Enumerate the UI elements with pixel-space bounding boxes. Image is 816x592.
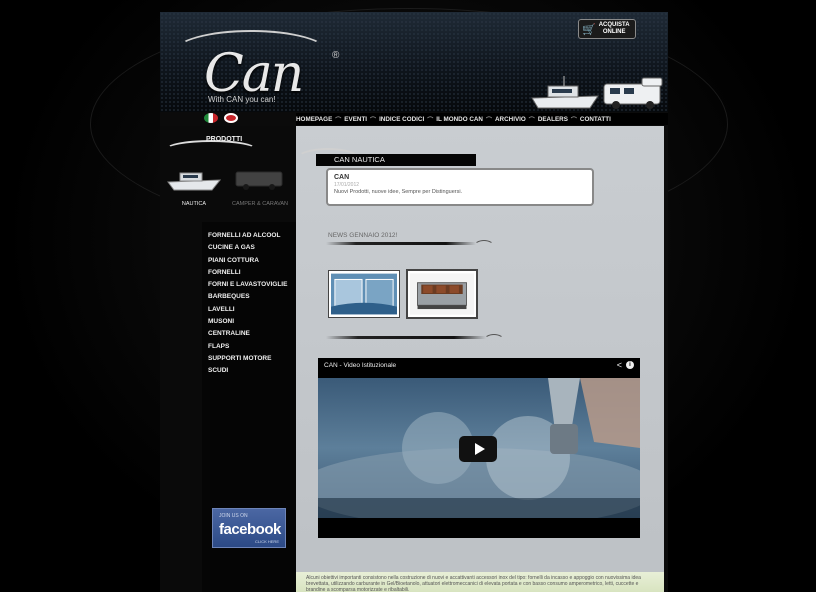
nav-homepage[interactable]: HOMEPAGE: [296, 116, 332, 123]
category-nautica[interactable]: NAUTICA: [164, 166, 224, 212]
prodotti-heading: PRODOTTI: [160, 130, 296, 160]
menu-item[interactable]: CUCINE A GAS: [208, 242, 296, 254]
cart-icon: 🛒: [582, 23, 596, 36]
menu-item[interactable]: MUSONI: [208, 316, 296, 328]
nav-separator-icon: ⌒: [335, 117, 342, 124]
nav-contatti[interactable]: CONTATTI: [580, 116, 611, 123]
top-navigation: HOMEPAGE ⌒ EVENTI ⌒ INDICE CODICI ⌒ IL M…: [296, 113, 668, 125]
nav-separator-icon: ⌒: [528, 117, 535, 124]
nav-separator-icon: ⌒: [485, 117, 492, 124]
barbecue-image: [410, 273, 474, 315]
section-title: CAN NAUTICA: [316, 154, 476, 166]
nav-il-mondo-can[interactable]: IL MONDO CAN: [436, 116, 483, 123]
boat-icon: [167, 172, 222, 191]
menu-item[interactable]: FLAPS: [208, 341, 296, 353]
catalog-image: [331, 273, 397, 315]
menu-item[interactable]: FORNI E LAVASTOVIGLIE: [208, 279, 296, 291]
news-card[interactable]: CAN 17/01/2012 Nuovi Prodotti, nuove ide…: [326, 168, 594, 206]
site-header: Can ® With CAN you can! 🛒 ACQUISTA ONLINE: [160, 12, 668, 112]
news-date: 17/01/2012: [334, 182, 360, 188]
divider: [326, 336, 486, 339]
camper-icon: [235, 171, 283, 190]
uk-flag-icon[interactable]: [224, 113, 238, 123]
news-thumbnail[interactable]: [406, 269, 478, 319]
menu-item[interactable]: BARBEQUES: [208, 291, 296, 303]
menu-item[interactable]: CENTRALINE: [208, 328, 296, 340]
curl-decoration: [484, 334, 504, 346]
product-menu: FORNELLI AD ALCOOL CUCINE A GAS PIANI CO…: [208, 230, 296, 378]
main-content: CAN NAUTICA CAN 17/01/2012 Nuovi Prodott…: [296, 126, 664, 592]
play-button[interactable]: [459, 436, 497, 462]
video-frame[interactable]: [318, 378, 640, 518]
news-text: Nuovi Prodotti, nuove idee, Sempre per D…: [334, 189, 463, 195]
nav-indice-codici[interactable]: INDICE CODICI: [379, 116, 424, 123]
menu-item[interactable]: SUPPORTI MOTORE: [208, 353, 296, 365]
nav-separator-icon: ⌒: [570, 117, 577, 124]
nav-dealers[interactable]: DEALERS: [538, 116, 568, 123]
curl-decoration: [474, 240, 494, 252]
category-camper-caravan[interactable]: CAMPER & CARAVAN: [230, 166, 290, 212]
menu-item[interactable]: FORNELLI AD ALCOOL: [208, 230, 296, 242]
nav-separator-icon: ⌒: [370, 117, 377, 124]
nav-separator-icon: ⌒: [427, 117, 434, 124]
menu-item[interactable]: LAVELLI: [208, 304, 296, 316]
divider: [326, 242, 476, 245]
video-player[interactable]: CAN - Video Istituzionale < i: [318, 358, 640, 538]
video-title[interactable]: CAN - Video Istituzionale: [324, 362, 396, 369]
news-thumbnail[interactable]: [328, 270, 400, 318]
swoosh-decoration: [164, 140, 258, 160]
website: Can ® With CAN you can! 🛒 ACQUISTA ONLINE…: [160, 12, 668, 592]
registered-mark: ®: [332, 50, 340, 61]
sidebar: PRODOTTI NAUTICA CAMPER & CARAVAN FORNEL…: [160, 126, 296, 592]
buy-online-button[interactable]: 🛒 ACQUISTA ONLINE: [578, 19, 636, 39]
header-camper-illustration: [603, 77, 663, 109]
nav-eventi[interactable]: EVENTI: [344, 116, 367, 123]
menu-item[interactable]: SCUDI: [208, 365, 296, 377]
language-switcher: [204, 113, 238, 123]
intro-paragraph: Alcuni obiettivi importanti consistono n…: [296, 572, 664, 592]
nav-archivio[interactable]: ARCHIVIO: [495, 116, 526, 123]
menu-item[interactable]: FORNELLI: [208, 267, 296, 279]
tagline: With CAN you can!: [208, 95, 276, 104]
italian-flag-icon[interactable]: [204, 113, 218, 123]
share-icon[interactable]: <: [617, 360, 622, 370]
news-title: CAN: [334, 174, 350, 181]
menu-item[interactable]: PIANI COTTURA: [208, 255, 296, 267]
news-month-label: NEWS GENNAIO 2012!: [328, 232, 398, 239]
header-boat-illustration: [531, 76, 599, 109]
info-icon[interactable]: i: [626, 361, 634, 369]
facebook-badge[interactable]: JOIN US ON facebook CLICK HERE: [212, 508, 286, 548]
